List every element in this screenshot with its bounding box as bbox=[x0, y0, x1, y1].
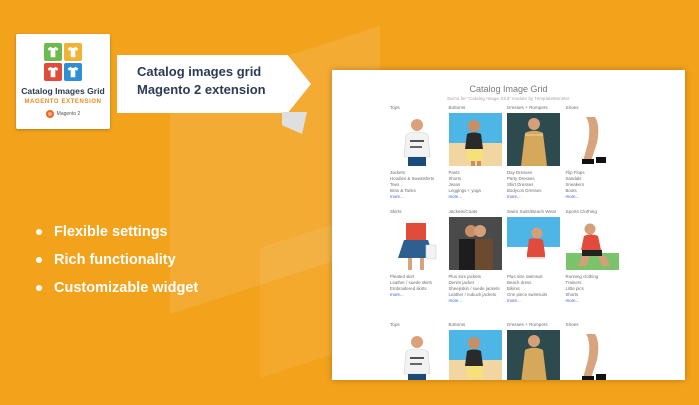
bullet-icon bbox=[36, 257, 42, 263]
feature-text: Customizable widget bbox=[54, 280, 199, 296]
tshirt-icon bbox=[44, 43, 62, 61]
bullet-icon bbox=[36, 229, 42, 235]
category-sublist: Plus size swimsuit Beach dress Bikinis O… bbox=[507, 274, 562, 304]
category-sublist: Pants Shorts Jeans Leggings + yoga more.… bbox=[449, 170, 504, 200]
more-link[interactable]: more... bbox=[566, 298, 621, 304]
category-card: Sports Clothing Running clothing Trainer… bbox=[565, 209, 621, 304]
category-sublist: Pleated skirt Leather / suede skirts Emb… bbox=[390, 274, 445, 298]
category-title: Jackets/Coats bbox=[448, 209, 478, 214]
category-card: Tops Jackets Hoodies & Sweatshirts Tees … bbox=[390, 105, 445, 200]
more-link[interactable]: more... bbox=[449, 194, 504, 200]
feature-text: Flexible settings bbox=[54, 224, 168, 240]
category-card: Shoes bbox=[565, 322, 621, 380]
logo-card: Catalog Images Grid MAGENTO EXTENSION Ma… bbox=[16, 34, 110, 129]
category-image[interactable] bbox=[507, 217, 560, 270]
category-card: Bottoms bbox=[448, 322, 504, 380]
feature-item: Rich functionality bbox=[36, 246, 296, 274]
logo-brand-text: Magento 2 bbox=[56, 111, 81, 117]
category-image[interactable] bbox=[565, 113, 619, 166]
magento-logo-icon bbox=[45, 110, 54, 118]
more-link[interactable]: more... bbox=[507, 298, 562, 304]
category-title: Shoes bbox=[565, 322, 579, 327]
category-sublist: Flip Flops Sandals Sneakers Boots more..… bbox=[566, 170, 621, 200]
category-image[interactable] bbox=[507, 113, 560, 166]
category-title: Dresses + Rompers bbox=[507, 105, 548, 110]
category-card: Dresses + Rompers bbox=[507, 322, 562, 380]
category-card: Bottoms Pants Shorts Jeans Leggings + yo… bbox=[448, 105, 504, 200]
category-title: Dresses + Rompers bbox=[507, 322, 548, 327]
category-image[interactable] bbox=[507, 330, 560, 380]
preview-subtitle: Demo for "Catalog Image Grid" module by … bbox=[447, 96, 570, 101]
category-image[interactable] bbox=[565, 330, 619, 380]
preview-title: Catalog Image Grid bbox=[469, 84, 548, 94]
catalog-preview: Catalog Image Grid Demo for "Catalog Ima… bbox=[332, 70, 685, 380]
category-card: Skirts Pleated skirt Leather / suede ski… bbox=[390, 209, 445, 304]
banner: Catalog Images Grid MAGENTO EXTENSION Ma… bbox=[0, 0, 699, 405]
category-sublist: Day Dresses Party Dresses Shirt Dresses … bbox=[507, 170, 562, 200]
title-ribbon: Catalog images grid Magento 2 extension bbox=[117, 55, 311, 113]
ribbon-title-line1: Catalog images grid bbox=[137, 64, 262, 79]
category-image[interactable] bbox=[390, 330, 443, 380]
category-row: Tops Bottoms Dresses + Rompers Shoes bbox=[390, 322, 620, 380]
category-image[interactable] bbox=[565, 217, 619, 270]
category-image[interactable] bbox=[390, 113, 443, 166]
category-image[interactable] bbox=[448, 217, 502, 270]
tshirt-icon bbox=[44, 63, 62, 81]
feature-item: Flexible settings bbox=[36, 218, 296, 246]
logo-brand: Magento 2 bbox=[16, 110, 110, 118]
category-image[interactable] bbox=[448, 330, 502, 380]
feature-text: Rich functionality bbox=[54, 252, 176, 268]
more-link[interactable]: more... bbox=[390, 292, 445, 298]
logo-title: Catalog Images Grid bbox=[21, 86, 105, 96]
category-title: Sports Clothing bbox=[565, 209, 597, 214]
category-image[interactable] bbox=[390, 217, 443, 270]
category-sublist: Running clothing Trainers Little pics Sh… bbox=[566, 274, 621, 304]
category-title: Tops bbox=[390, 105, 400, 110]
category-card: Shoes Flip Flops Sandals Sneakers Boots … bbox=[565, 105, 621, 200]
tshirt-icon bbox=[64, 43, 82, 61]
logo-subtitle: MAGENTO EXTENSION bbox=[24, 99, 102, 105]
category-sublist: Plus size jackets Denim jacket Sheepskin… bbox=[449, 274, 504, 304]
category-title: Swim Suits/Beach Wear bbox=[507, 209, 557, 214]
category-title: Bottoms bbox=[448, 322, 466, 327]
more-link[interactable]: more... bbox=[566, 194, 621, 200]
ribbon-title-line2: Magento 2 extension bbox=[137, 82, 266, 97]
feature-list: Flexible settings Rich functionality Cus… bbox=[36, 218, 296, 302]
category-title: Skirts bbox=[390, 209, 402, 214]
more-link[interactable]: more... bbox=[507, 194, 562, 200]
category-row: Tops Jackets Hoodies & Sweatshirts Tees … bbox=[390, 105, 620, 200]
category-title: Bottoms bbox=[448, 105, 466, 110]
more-link[interactable]: more... bbox=[449, 298, 504, 304]
category-sublist: Jackets Hoodies & Sweatshirts Tees Bras … bbox=[390, 170, 445, 200]
tshirt-grid-icon bbox=[44, 43, 82, 81]
category-card: Dresses + Rompers Day Dresses Party Dres… bbox=[507, 105, 562, 200]
bullet-icon bbox=[36, 285, 42, 291]
category-card: Jackets/Coats Plus size jackets Denim ja… bbox=[448, 209, 504, 304]
more-link[interactable]: more... bbox=[390, 194, 445, 200]
category-title: Tops bbox=[390, 322, 400, 327]
tshirt-icon bbox=[64, 63, 82, 81]
category-card: Tops bbox=[390, 322, 445, 380]
category-row: Skirts Pleated skirt Leather / suede ski… bbox=[390, 209, 620, 304]
category-card: Swim Suits/Beach Wear Plus size swimsuit bbox=[507, 209, 562, 304]
category-title: Shoes bbox=[565, 105, 579, 110]
category-image[interactable] bbox=[448, 113, 502, 166]
feature-item: Customizable widget bbox=[36, 274, 296, 302]
